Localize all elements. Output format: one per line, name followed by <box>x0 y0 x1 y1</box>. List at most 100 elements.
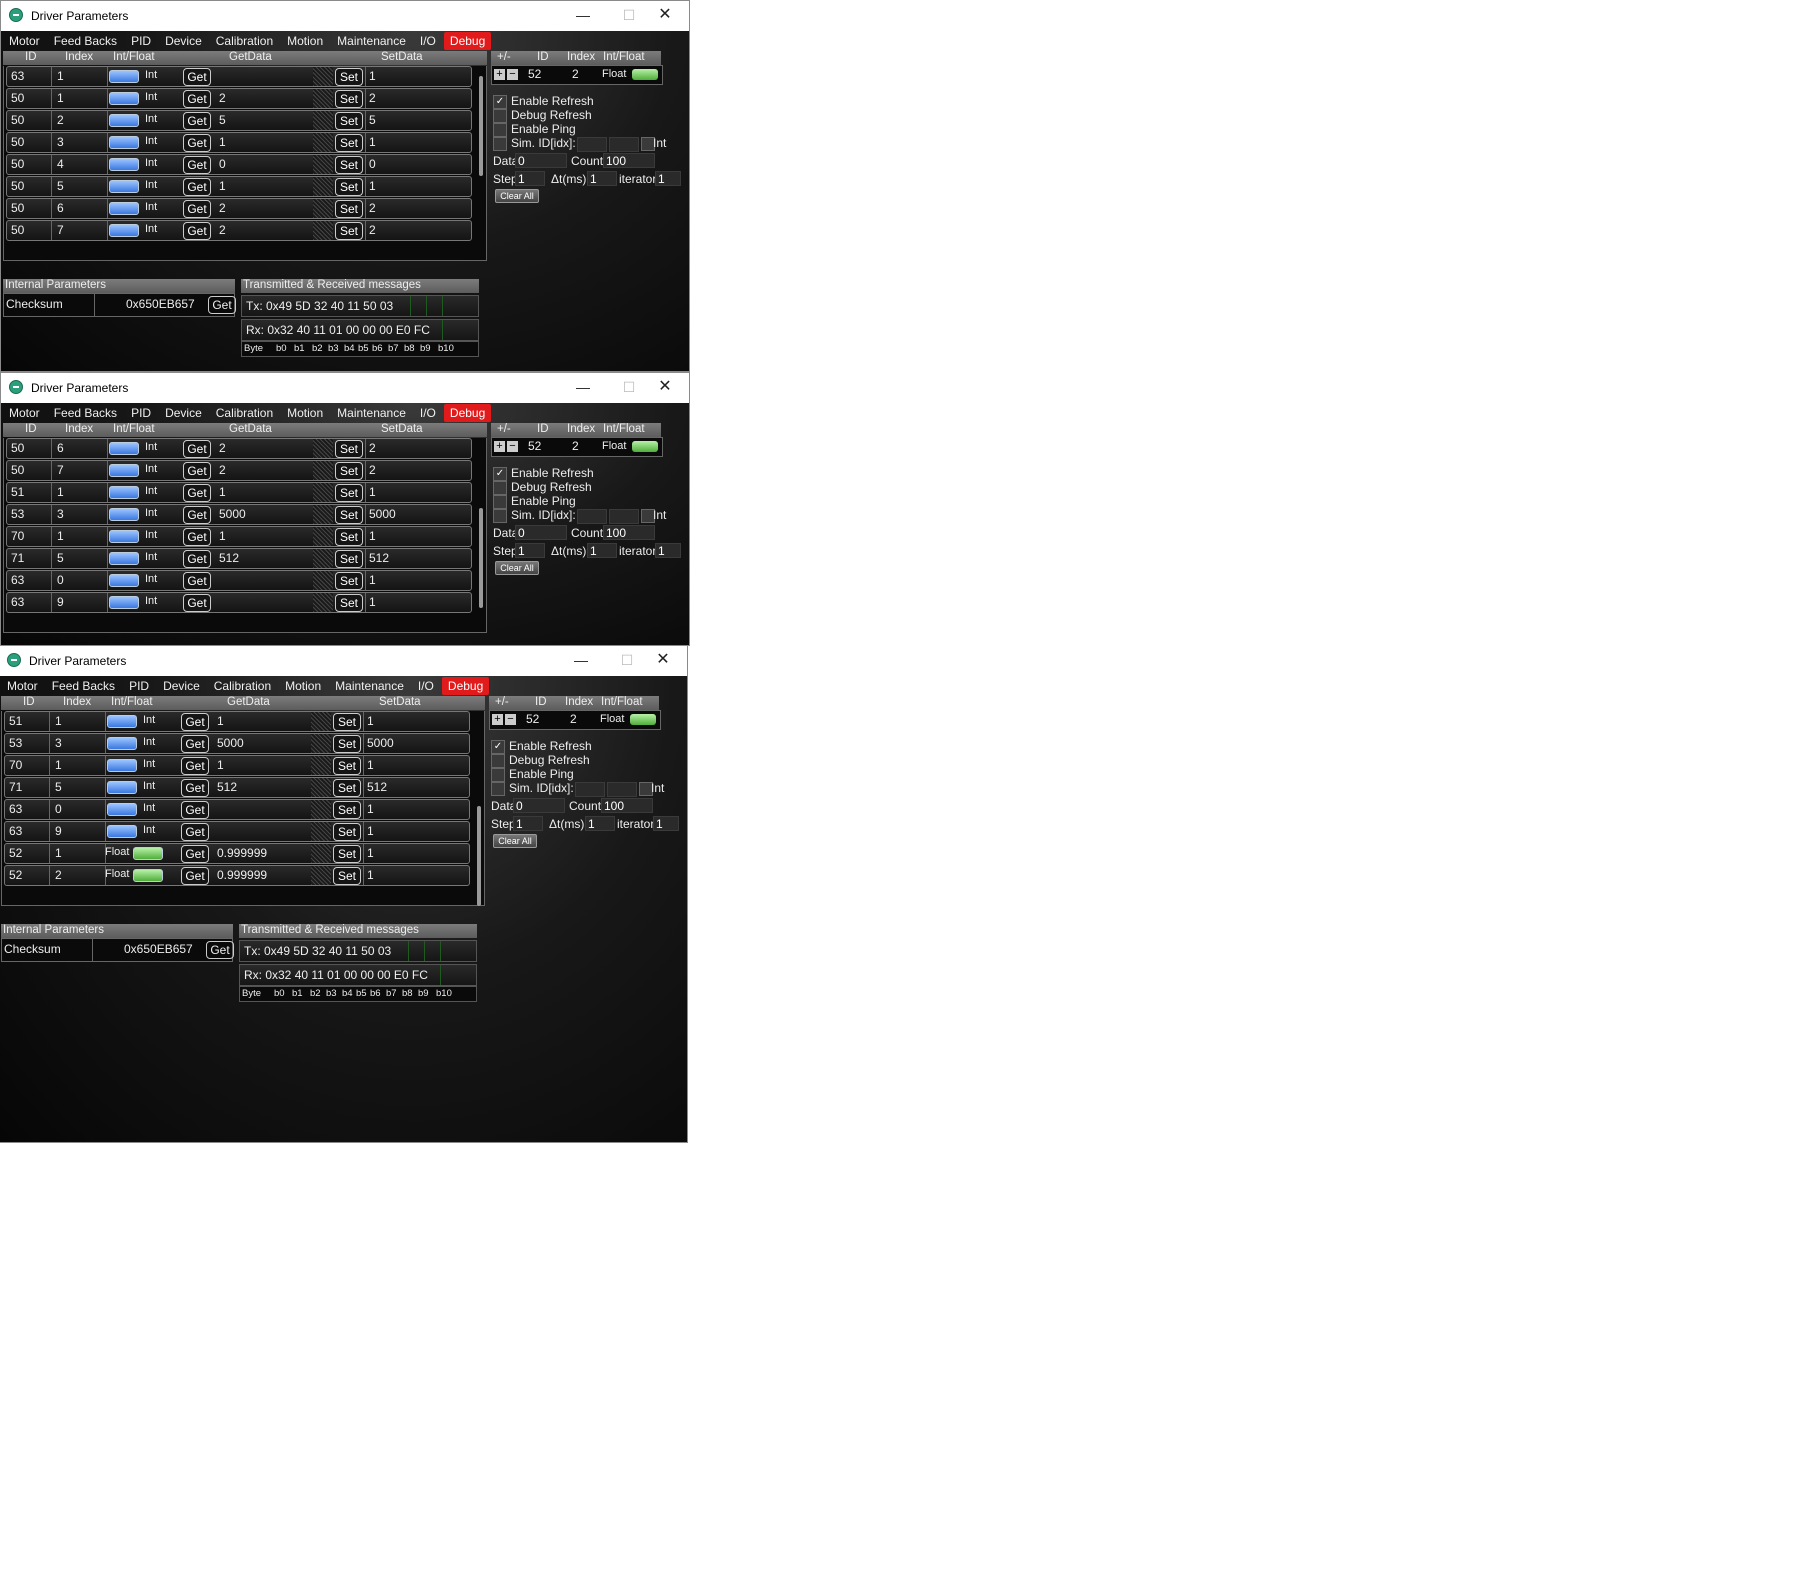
sim-checkbox[interactable] <box>493 137 507 151</box>
set-value-field[interactable]: 5 <box>369 113 376 127</box>
set-value-field[interactable]: 5000 <box>369 507 396 521</box>
int-float-toggle[interactable] <box>109 464 139 477</box>
menu-debug[interactable]: Debug <box>443 404 492 422</box>
set-value-field[interactable]: 1 <box>367 868 374 882</box>
set-value-field[interactable]: 5000 <box>367 736 394 750</box>
menu-debug[interactable]: Debug <box>441 677 490 695</box>
clear-all-button[interactable]: Clear All <box>495 189 539 203</box>
set-value-field[interactable]: 2 <box>369 201 376 215</box>
set-button[interactable]: Set <box>335 462 363 480</box>
int-float-toggle[interactable] <box>109 552 139 565</box>
float-toggle[interactable] <box>632 441 658 452</box>
enable-refresh-checkbox[interactable]: ✓ <box>493 467 507 481</box>
get-button[interactable]: Get <box>181 823 209 841</box>
add-button[interactable]: + <box>492 714 503 725</box>
int-float-toggle[interactable] <box>109 114 139 127</box>
set-value-field[interactable]: 1 <box>369 179 376 193</box>
data-field[interactable]: 0 <box>515 153 567 168</box>
menu-io[interactable]: I/O <box>414 404 442 422</box>
set-value-field[interactable]: 1 <box>367 714 374 728</box>
get-button[interactable]: Get <box>181 801 209 819</box>
menu-calibration[interactable]: Calibration <box>210 32 279 50</box>
get-button[interactable]: Get <box>183 222 211 240</box>
minimize-button[interactable]: — <box>569 5 597 25</box>
index-spinner-value[interactable]: 2 <box>570 712 577 726</box>
clear-all-button[interactable]: Clear All <box>493 834 537 848</box>
get-button[interactable]: Get <box>183 462 211 480</box>
sim-idx-field[interactable] <box>609 137 639 152</box>
menu-io[interactable]: I/O <box>412 677 440 695</box>
set-button[interactable]: Set <box>333 757 361 775</box>
debug-refresh-checkbox[interactable] <box>491 754 505 768</box>
count-field[interactable]: 100 <box>603 153 655 168</box>
int-float-toggle[interactable] <box>109 92 139 105</box>
set-value-field[interactable]: 2 <box>369 463 376 477</box>
get-button[interactable]: Get <box>183 156 211 174</box>
set-value-field[interactable]: 1 <box>369 69 376 83</box>
set-button[interactable]: Set <box>335 222 363 240</box>
dt-field[interactable]: 1 <box>585 816 615 831</box>
id-spinner-value[interactable]: 52 <box>528 67 541 81</box>
data-field[interactable]: 0 <box>513 798 565 813</box>
minimize-button[interactable]: — <box>567 650 595 670</box>
enable-ping-checkbox[interactable] <box>493 495 507 509</box>
set-button[interactable]: Set <box>333 801 361 819</box>
set-button[interactable]: Set <box>335 528 363 546</box>
menu-motor[interactable]: Motor <box>3 404 46 422</box>
remove-button[interactable]: − <box>505 714 516 725</box>
int-float-toggle[interactable] <box>107 781 137 794</box>
get-button[interactable]: Get <box>183 178 211 196</box>
int-float-toggle[interactable] <box>109 486 139 499</box>
close-button[interactable]: ✕ <box>649 650 677 670</box>
sim-id-field[interactable] <box>577 137 607 152</box>
vertical-scrollbar[interactable] <box>479 508 483 608</box>
get-button[interactable]: Get <box>183 68 211 86</box>
add-button[interactable]: + <box>494 441 505 452</box>
float-toggle[interactable] <box>632 69 658 80</box>
set-value-field[interactable]: 1 <box>369 529 376 543</box>
set-value-field[interactable]: 1 <box>367 846 374 860</box>
enable-refresh-checkbox[interactable]: ✓ <box>493 95 507 109</box>
int-float-toggle[interactable] <box>107 715 137 728</box>
set-button[interactable]: Set <box>335 440 363 458</box>
step-field[interactable]: 1 <box>515 171 545 186</box>
float-toggle[interactable] <box>630 714 656 725</box>
int-float-toggle[interactable] <box>109 224 139 237</box>
id-spinner-value[interactable]: 52 <box>528 439 541 453</box>
menu-pid[interactable]: PID <box>123 677 155 695</box>
get-button[interactable]: Get <box>183 200 211 218</box>
clear-all-button[interactable]: Clear All <box>495 561 539 575</box>
set-button[interactable]: Set <box>333 823 361 841</box>
int-float-toggle[interactable] <box>133 869 163 882</box>
sim-idx-field[interactable] <box>609 509 639 524</box>
menu-motion[interactable]: Motion <box>281 404 329 422</box>
add-button[interactable]: + <box>494 69 505 80</box>
int-float-toggle[interactable] <box>109 442 139 455</box>
set-value-field[interactable]: 0 <box>369 157 376 171</box>
dt-field[interactable]: 1 <box>587 543 617 558</box>
set-button[interactable]: Set <box>335 68 363 86</box>
get-button[interactable]: Get <box>181 735 209 753</box>
set-button[interactable]: Set <box>335 506 363 524</box>
count-field[interactable]: 100 <box>601 798 653 813</box>
vertical-scrollbar[interactable] <box>477 806 481 906</box>
get-button[interactable]: Get <box>181 845 209 863</box>
get-button[interactable]: Get <box>183 440 211 458</box>
index-spinner-value[interactable]: 2 <box>572 439 579 453</box>
set-value-field[interactable]: 1 <box>369 485 376 499</box>
iterator-field[interactable]: 1 <box>653 816 679 831</box>
debug-refresh-checkbox[interactable] <box>493 109 507 123</box>
menu-motion[interactable]: Motion <box>279 677 327 695</box>
maximize-button[interactable]: ☐ <box>613 650 641 670</box>
int-float-toggle[interactable] <box>109 574 139 587</box>
menu-motor[interactable]: Motor <box>3 32 46 50</box>
set-button[interactable]: Set <box>335 134 363 152</box>
set-button[interactable]: Set <box>335 90 363 108</box>
maximize-button[interactable]: ☐ <box>615 5 643 25</box>
menu-maintenance[interactable]: Maintenance <box>331 32 412 50</box>
int-float-toggle[interactable] <box>109 70 139 83</box>
set-button[interactable]: Set <box>333 867 361 885</box>
menu-debug[interactable]: Debug <box>443 32 492 50</box>
sim-checkbox[interactable] <box>491 782 505 796</box>
set-button[interactable]: Set <box>335 178 363 196</box>
